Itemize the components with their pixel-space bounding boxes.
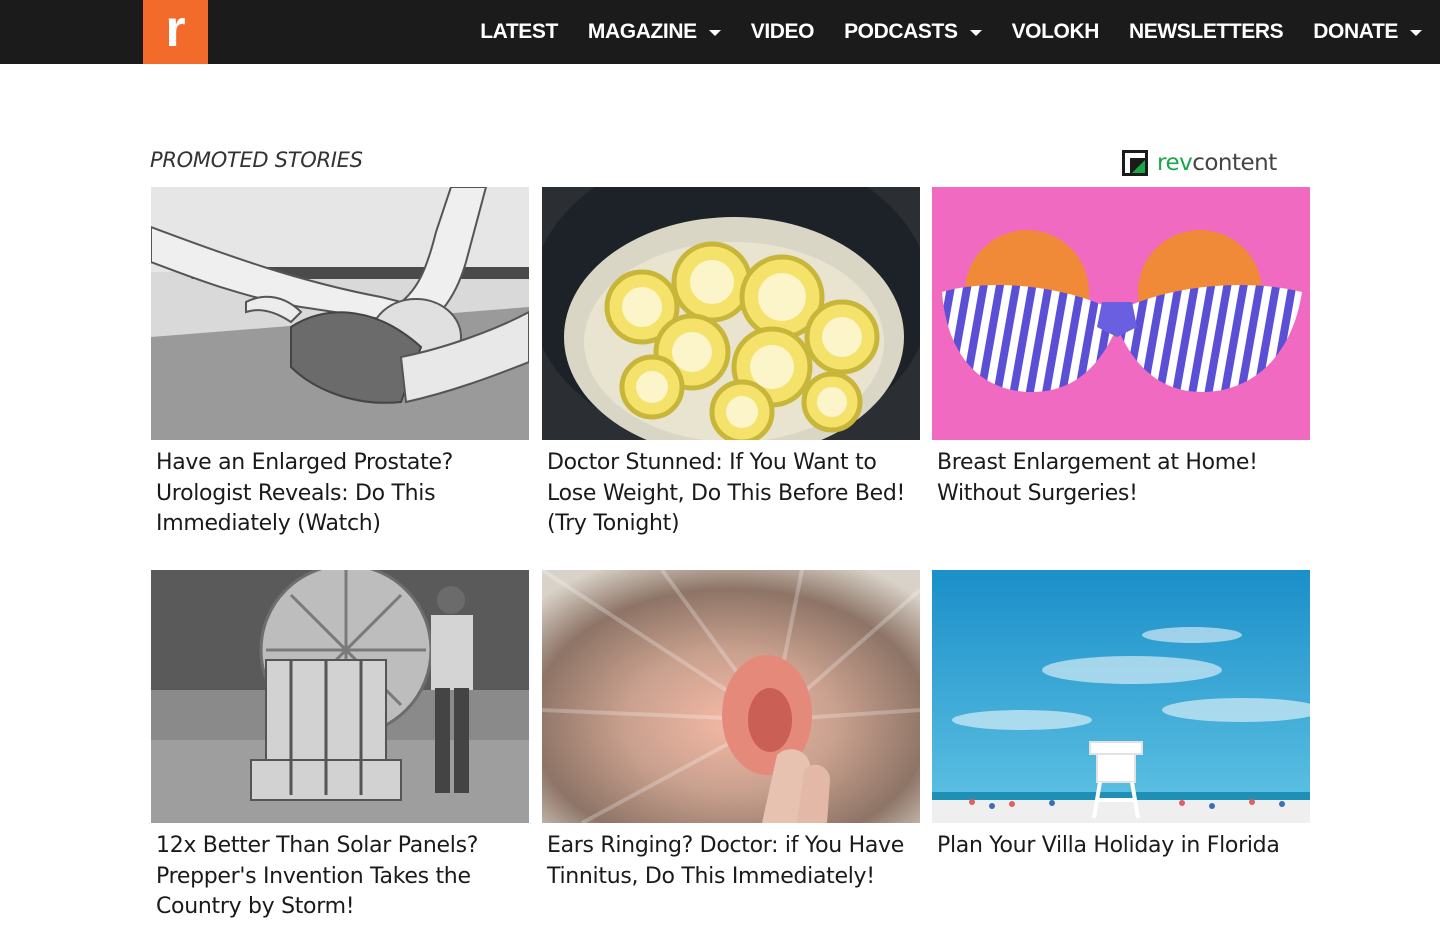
promoted-story-card[interactable]: Have an Enlarged Prostate? Urologist Rev… xyxy=(151,187,529,540)
nav-podcasts-label: PODCASTS xyxy=(844,20,958,43)
promoted-story-card[interactable]: Doctor Stunned: If You Want to Lose Weig… xyxy=(542,187,920,540)
promoted-story-card[interactable]: Ears Ringing? Doctor: if You Have Tinnit… xyxy=(542,570,920,892)
revcontent-logo[interactable]: revcontent xyxy=(1122,147,1277,179)
revcontent-wordmark-rev: rev xyxy=(1157,150,1193,176)
chevron-down-icon xyxy=(708,30,721,36)
promoted-story-card[interactable]: Plan Your Villa Holiday in Florida xyxy=(932,570,1310,862)
nav-magazine-label: MAGAZINE xyxy=(587,20,697,43)
chevron-down-icon xyxy=(1410,30,1422,36)
story-thumbnail[interactable] xyxy=(151,570,529,823)
nav-video-label: VIDEO xyxy=(750,20,815,43)
story-thumbnail[interactable] xyxy=(151,187,529,440)
nav-podcasts[interactable]: PODCASTS xyxy=(829,0,996,64)
story-thumbnail[interactable] xyxy=(542,187,920,440)
nav-latest[interactable]: LATEST xyxy=(465,0,573,64)
reason-logo[interactable]: r xyxy=(143,0,208,64)
revcontent-mark-icon xyxy=(1122,150,1148,176)
story-title[interactable]: Doctor Stunned: If You Want to Lose Weig… xyxy=(542,448,920,540)
story-title[interactable]: Have an Enlarged Prostate? Urologist Rev… xyxy=(151,448,529,540)
story-title[interactable]: 12x Better Than Solar Panels? Prepper's … xyxy=(151,831,529,923)
promoted-stories-label: PROMOTED STORIES xyxy=(150,148,363,172)
nav-donate-label: DONATE xyxy=(1313,20,1398,43)
story-thumbnail[interactable] xyxy=(932,570,1310,823)
nav-volokh[interactable]: VOLOKH xyxy=(997,0,1114,64)
nav-magazine[interactable]: MAGAZINE xyxy=(573,0,736,64)
nav-video[interactable]: VIDEO xyxy=(736,0,829,64)
nav-latest-label: LATEST xyxy=(480,20,558,43)
story-title[interactable]: Breast Enlargement at Home! Without Surg… xyxy=(932,448,1310,509)
main-nav: LATEST MAGAZINE VIDEO PODCASTS VOLOKH NE… xyxy=(465,0,1440,64)
nav-newsletters-label: NEWSLETTERS xyxy=(1129,20,1284,43)
nav-newsletters[interactable]: NEWSLETTERS xyxy=(1114,0,1298,64)
promoted-story-card[interactable]: Breast Enlargement at Home! Without Surg… xyxy=(932,187,1310,509)
chevron-down-icon xyxy=(969,30,982,36)
story-thumbnail[interactable] xyxy=(542,570,920,823)
promoted-story-card[interactable]: 12x Better Than Solar Panels? Prepper's … xyxy=(151,570,529,923)
revcontent-wordmark: revcontent xyxy=(1157,150,1277,176)
nav-volokh-label: VOLOKH xyxy=(1011,20,1100,43)
story-title[interactable]: Ears Ringing? Doctor: if You Have Tinnit… xyxy=(542,831,920,892)
story-thumbnail[interactable] xyxy=(932,187,1310,440)
nav-donate[interactable]: DONATE xyxy=(1298,0,1440,64)
revcontent-wordmark-content: content xyxy=(1192,150,1277,176)
story-title[interactable]: Plan Your Villa Holiday in Florida xyxy=(932,831,1310,862)
top-navigation-bar: r LATEST MAGAZINE VIDEO PODCASTS VOLOKH … xyxy=(0,0,1440,64)
